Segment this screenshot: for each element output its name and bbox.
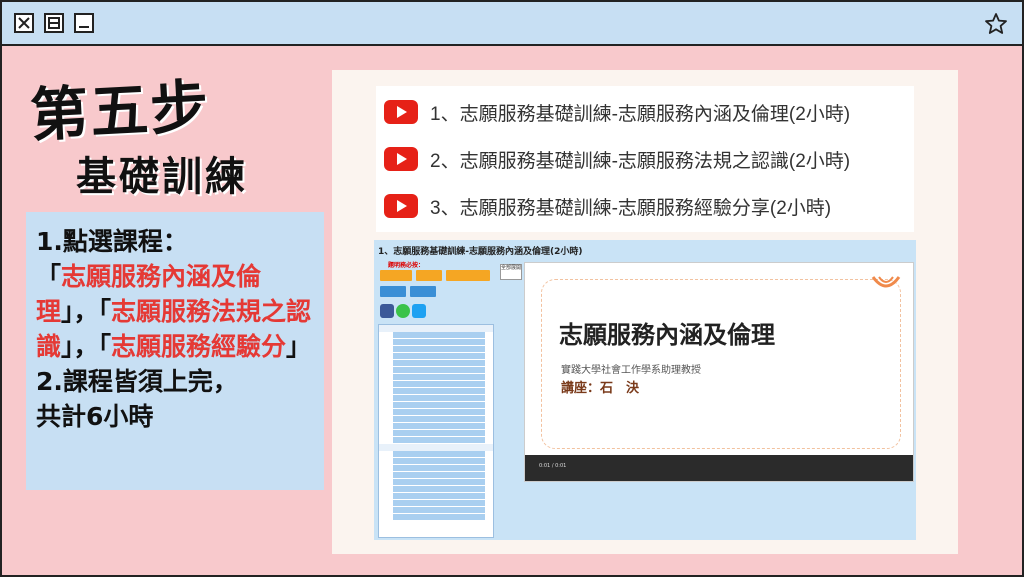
minimize-icon[interactable] bbox=[74, 13, 94, 33]
quote-open: 「 bbox=[36, 262, 62, 291]
tree-item[interactable] bbox=[393, 381, 485, 388]
tree-item[interactable] bbox=[393, 332, 485, 339]
tree-item[interactable] bbox=[393, 472, 485, 479]
tree-item[interactable] bbox=[393, 507, 485, 514]
tree-item[interactable] bbox=[393, 423, 485, 430]
tree-section-header[interactable] bbox=[379, 325, 493, 332]
video-subtitle: 實踐大學社會工作學系助理教授 bbox=[561, 365, 701, 376]
quote-sep-2: 」，「 bbox=[61, 332, 112, 361]
quote-close: 」 bbox=[286, 332, 312, 361]
instruction-line-2: 2.課程皆須上完， bbox=[36, 367, 238, 396]
close-icon[interactable] bbox=[14, 13, 34, 33]
step-subtitle: 基礎訓練 bbox=[76, 153, 248, 200]
menu-button-2[interactable] bbox=[416, 270, 442, 281]
course-page-screenshot: 1、志願服務基礎訓練-志願服務內涵及倫理(2小時) 題明務必按： 全部展開 志願… bbox=[374, 240, 916, 540]
tree-item[interactable] bbox=[393, 430, 485, 437]
tree-item[interactable] bbox=[393, 437, 485, 444]
instruction-line-1: 1.點選課程： bbox=[36, 227, 188, 256]
youtube-icon bbox=[384, 194, 418, 218]
menu-button-1[interactable] bbox=[380, 270, 412, 281]
course-item-3[interactable]: 3、志願服務基礎訓練-志願服務經驗分享(2小時) bbox=[384, 186, 831, 226]
video-controls[interactable]: 0:01 / 0:01 bbox=[525, 455, 913, 481]
tree-item[interactable] bbox=[393, 374, 485, 381]
course-item-2[interactable]: 2、志願服務基礎訓練-志願服務法規之認識(2小時) bbox=[384, 139, 850, 179]
tree-item[interactable] bbox=[393, 514, 485, 521]
hands-logo-icon bbox=[871, 276, 901, 288]
window-titlebar bbox=[2, 2, 1022, 46]
menu-button-5[interactable] bbox=[410, 286, 436, 297]
tree-item[interactable] bbox=[393, 367, 485, 374]
course-item-1[interactable]: 1、志願服務基礎訓練-志願服務內涵及倫理(2小時) bbox=[384, 92, 850, 132]
course-label[interactable]: 1、志願服務基礎訓練-志願服務內涵及倫理(2小時) bbox=[430, 99, 850, 126]
tree-section-header[interactable] bbox=[379, 444, 493, 451]
facebook-icon[interactable] bbox=[380, 304, 394, 318]
step-title: 第五步 bbox=[28, 72, 212, 150]
menu-button-4[interactable] bbox=[380, 286, 406, 297]
tree-item[interactable] bbox=[393, 388, 485, 395]
course-page-title: 1、志願服務基礎訓練-志願服務內涵及倫理(2小時) bbox=[378, 247, 583, 257]
video-player[interactable]: 志願服務內涵及倫理 實踐大學社會工作學系助理教授 講座：石 決 0:01 / 0… bbox=[524, 262, 914, 482]
star-icon[interactable] bbox=[984, 12, 1008, 36]
tree-item[interactable] bbox=[393, 493, 485, 500]
instructions-box: 1.點選課程： 「志願服務內涵及倫理」，「志願服務法規之認識」，「志願服務經驗分… bbox=[26, 212, 324, 490]
tree-item[interactable] bbox=[393, 346, 485, 353]
tree-item[interactable] bbox=[393, 458, 485, 465]
tree-item[interactable] bbox=[393, 395, 485, 402]
course-label[interactable]: 3、志願服務基礎訓練-志願服務經驗分享(2小時) bbox=[430, 193, 831, 220]
instruction-line-3: 共計6小時 bbox=[36, 402, 154, 431]
video-time: 0:01 / 0:01 bbox=[539, 463, 567, 469]
youtube-icon bbox=[384, 100, 418, 124]
menu-button-3[interactable] bbox=[446, 270, 490, 281]
video-lecturer: 講座：石 決 bbox=[561, 381, 640, 396]
tree-item[interactable] bbox=[393, 416, 485, 423]
expand-all-button[interactable]: 全部展開 bbox=[500, 264, 522, 280]
course-tree bbox=[378, 324, 494, 538]
tree-item[interactable] bbox=[393, 339, 485, 346]
must-read-label: 題明務必按： bbox=[388, 262, 425, 269]
quote-sep-1: 」，「 bbox=[61, 297, 112, 326]
video-title: 志願服務內涵及倫理 bbox=[559, 321, 775, 349]
line-icon[interactable] bbox=[396, 304, 410, 318]
course-list: 1、志願服務基礎訓練-志願服務內涵及倫理(2小時) 2、志願服務基礎訓練-志願服… bbox=[376, 86, 914, 232]
youtube-icon bbox=[384, 147, 418, 171]
tree-item[interactable] bbox=[393, 402, 485, 409]
tree-item[interactable] bbox=[393, 486, 485, 493]
tree-item[interactable] bbox=[393, 500, 485, 507]
restore-icon[interactable] bbox=[44, 13, 64, 33]
tree-item[interactable] bbox=[393, 360, 485, 367]
tree-item[interactable] bbox=[393, 409, 485, 416]
slide-frame: 第五步 基礎訓練 1.點選課程： 「志願服務內涵及倫理」，「志願服務法規之認識」… bbox=[0, 0, 1024, 577]
tree-item[interactable] bbox=[393, 353, 485, 360]
tree-item[interactable] bbox=[393, 451, 485, 458]
course-label[interactable]: 2、志願服務基礎訓練-志願服務法規之認識(2小時) bbox=[430, 146, 850, 173]
tree-item[interactable] bbox=[393, 465, 485, 472]
twitter-icon[interactable] bbox=[412, 304, 426, 318]
tree-item[interactable] bbox=[393, 479, 485, 486]
course-name-3: 志願服務經驗分 bbox=[111, 332, 287, 361]
